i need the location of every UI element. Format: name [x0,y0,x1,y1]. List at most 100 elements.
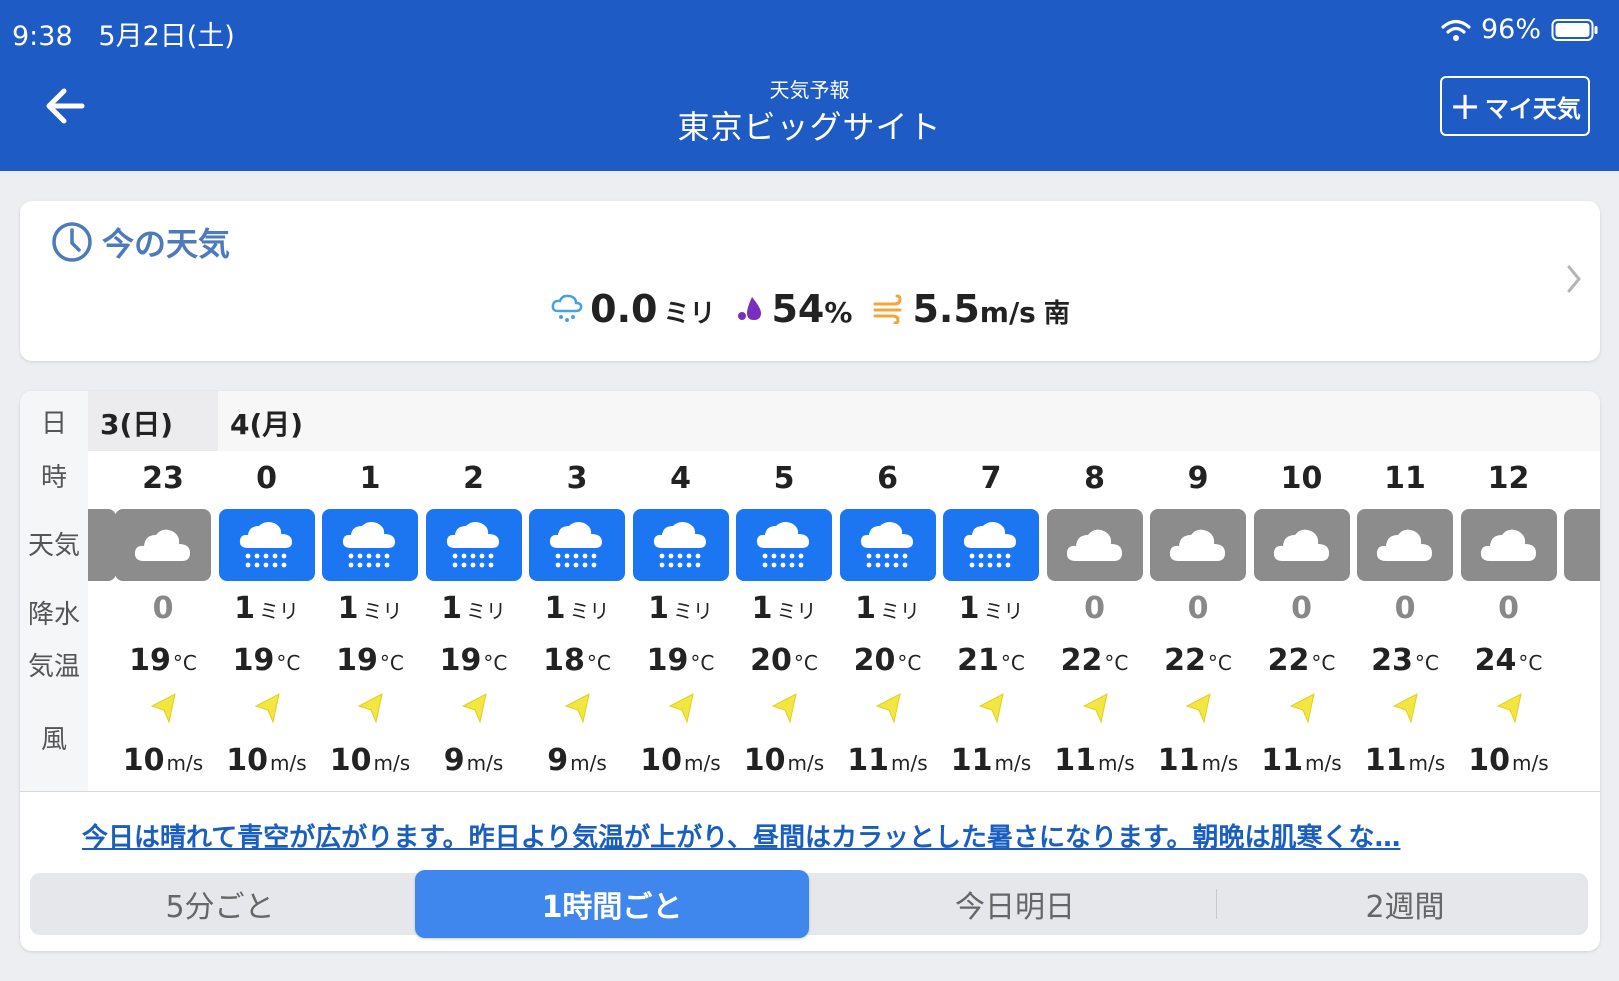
current-precip: 0.0 ミリ [550,287,715,331]
weather-box [1357,509,1453,581]
wind-speed: 11 [1364,743,1407,778]
tab-today-tomorrow[interactable]: 今日明日 [820,873,1210,935]
current-wind: 5.5 m/s 南 [872,287,1070,331]
temp-cell: 24 °C [1459,643,1559,678]
temp-unit: °C [276,651,301,675]
precip-unit: ミリ [465,599,506,623]
interval-tabs: 5分ごと 1時間ごと 今日明日 2週間 [30,870,1588,938]
temp-cell: 22 °C [1148,643,1248,678]
add-my-weather-button[interactable]: + マイ天気 [1440,76,1590,136]
temp-unit: °C [1207,651,1232,675]
hour-column: 1 1 ミリ 19 °C 10 m/s [320,451,420,791]
rain-icon [549,522,602,568]
hour-label: 0 [256,461,277,496]
precip-amount: 1 [544,591,566,626]
temp-unit: °C [1414,651,1439,675]
precip-unit: ミリ [569,599,610,623]
tab-separator [1216,889,1217,919]
tab-2weeks[interactable]: 2週間 [1222,873,1588,935]
precip-cell: 0 [1148,591,1248,626]
wind-direction-arrow-icon [1392,693,1418,724]
weather-box [88,509,116,581]
row-label-date: 日 [40,409,67,439]
precip-amount: 0 [1291,591,1312,626]
wind-arrow [1495,691,1525,729]
hour-column: 6 1 ミリ 20 °C 11 m/s [838,451,938,791]
wind-speed: 10 [640,743,683,778]
wind-arrow [874,691,904,729]
wind-unit: m/s [1201,751,1239,775]
temp-cell: 20 °C [734,643,834,678]
wind-speed: 10 [329,743,372,778]
wind-speed: 11 [1261,743,1304,778]
rain-icon [653,522,706,568]
hour-column: 3 1 ミリ 18 °C 9 m/s [527,451,627,791]
temp-value: 19 [646,643,689,678]
weather-box [1046,509,1143,581]
temp-value: 19 [439,643,482,678]
wind-value: 5.5 [912,287,980,331]
wind-unit: m/s [684,751,721,775]
temp-cell: 23 °C [1355,643,1455,678]
row-label-weather: 天気 [27,531,80,561]
weather-box [1564,509,1600,581]
rain-icon [446,522,499,568]
precip-amount: 1 [337,591,359,626]
wind-cell: 10 m/s [113,743,213,778]
wind-direction: 南 [1043,299,1070,329]
wind-direction-arrow-icon [978,693,1004,724]
weather-box [1253,509,1350,581]
page-title: 東京ビッグサイト [677,108,942,146]
wind-cell: 9 m/s [527,743,627,778]
hourly-grid[interactable]: 23 0 19 °C 10 m/s 0 1 ミリ 19 °C 10 m/s 1 1 ミリ 19 °C 10 m/s 2 1… [88,451,1600,791]
cloud-icon [1169,529,1225,561]
humidity-unit: % [824,296,853,329]
weather-box [115,509,211,581]
temp-unit: °C [897,651,922,675]
wind-unit: m/s [1512,751,1549,775]
grid-divider [20,791,1600,792]
precip-amount: 1 [441,591,462,626]
tab-hourly[interactable]: 1時間ごと [415,870,809,938]
wind-arrow [1391,691,1421,729]
temp-unit: °C [483,651,508,675]
hour-label: 11 [1384,461,1426,496]
wind-icon [873,294,902,324]
status-bar-right: 96% [1441,14,1599,45]
hour-column: 2 1 ミリ 19 °C 9 m/s [424,451,524,791]
temp-unit: °C [1000,651,1025,675]
app-header: 9:38 5月2日(土) 96% 天気予報 東京ビッグサイト + マイ天気 [0,0,1619,171]
hour-label: 8 [1084,461,1105,496]
wind-unit: m/s [1408,751,1446,775]
precip-cell: 0 [113,591,213,626]
weather-box [943,509,1039,581]
temp-cell: 22 °C [1045,643,1145,678]
humidity-drop-icon [738,297,762,320]
status-bar-time: 9:38 5月2日(土) [12,14,235,53]
temp-value: 24 [1474,643,1517,678]
wind-direction-arrow-icon [461,693,487,724]
current-weather-card[interactable]: 今の天気 0.0 ミリ 54 % 5.5 m/s 南 [20,201,1600,361]
hour-column: 4 1 ミリ 19 °C 10 m/s [631,451,731,791]
forecast-summary-link[interactable]: 今日は晴れて青空が広がります。昨日より気温が上がり、昼間はカラッとした暑さになり… [82,817,1400,854]
temp-value: 20 [853,643,896,678]
wind-direction-arrow-icon [150,693,176,724]
precip-cell: 0 [1355,591,1455,626]
temp-unit: °C [1104,651,1129,675]
wind-cell: 11 m/s [1148,743,1248,778]
wind-arrow [253,691,283,729]
tab-5min[interactable]: 5分ごと [30,873,410,935]
chevron-right-icon[interactable] [1564,263,1584,295]
temp-value: 19 [129,643,171,678]
precip-cell: 1 ミリ [527,591,627,626]
wind-cell: 10 m/s [217,743,317,778]
wind-speed: 11 [1157,743,1200,778]
precip-amount: 0 [152,591,174,626]
precip-cell: 1 ミリ [734,591,834,626]
wind-arrow [1288,691,1318,729]
precip-cell: 0 [1459,591,1559,626]
wind-unit: m/s [1098,751,1135,775]
wind-cell: 10 m/s [1459,743,1559,778]
wind-direction-arrow-icon [357,693,383,724]
wind-direction-arrow-icon [1185,693,1211,724]
